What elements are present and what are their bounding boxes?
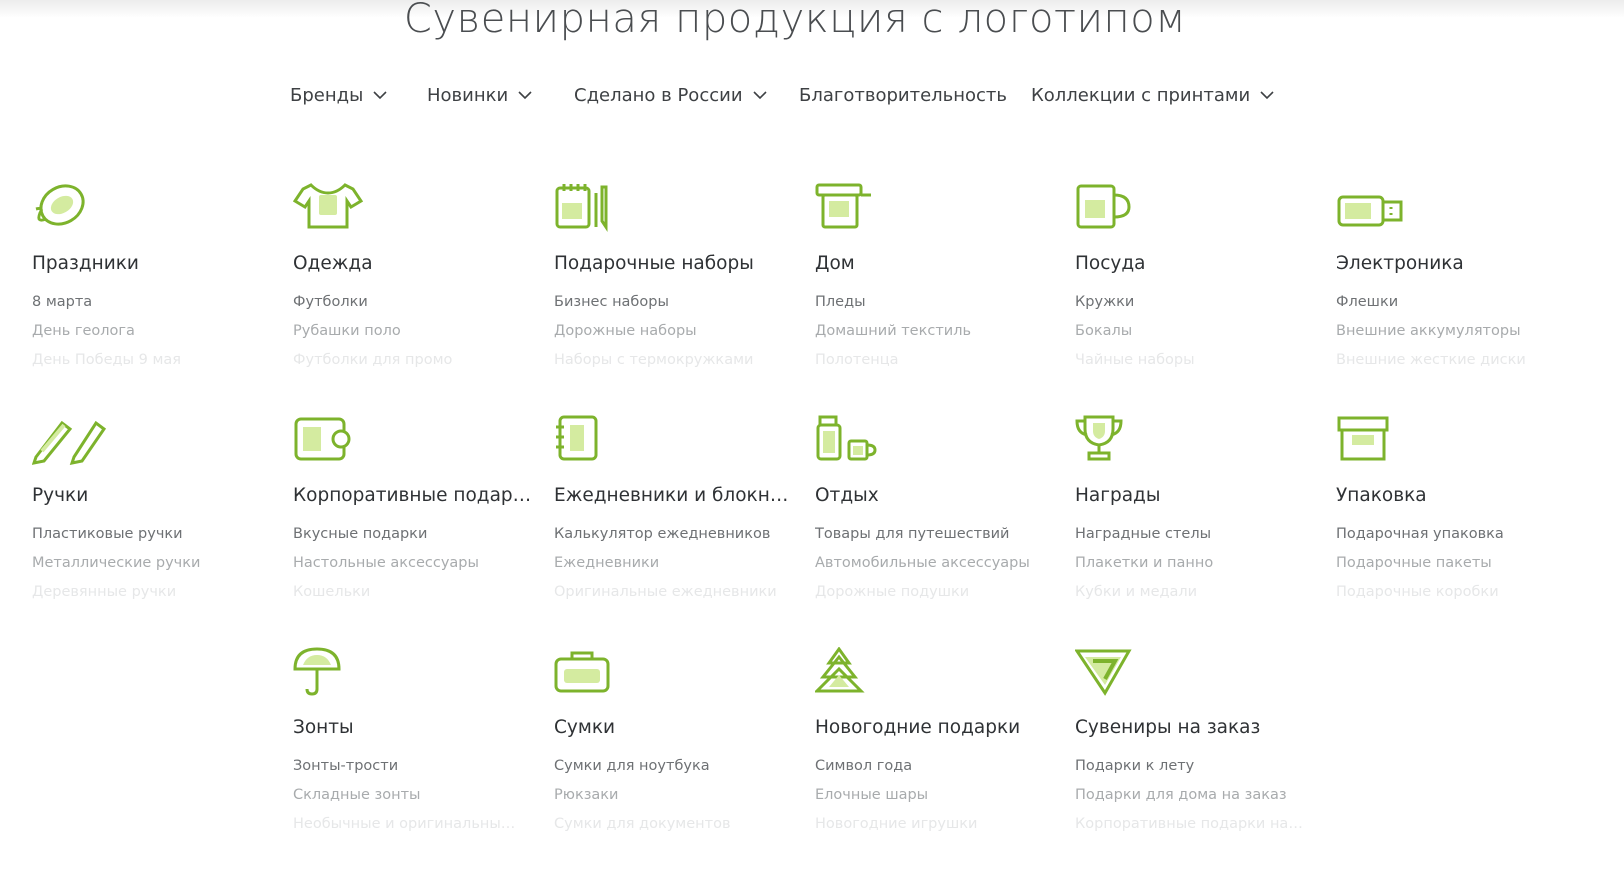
subcategory-link[interactable]: Дорожные подушки <box>815 584 1045 600</box>
subcategory-link[interactable]: Металлические ручки <box>32 555 262 571</box>
nav-brands-label: Бренды <box>290 85 364 106</box>
nav-print-collections[interactable]: Коллекции с принтами <box>1031 85 1274 106</box>
subcategory-link[interactable]: Пледы <box>815 294 1045 310</box>
subcategory-link[interactable]: Вкусные подарки <box>293 526 523 542</box>
subcategory-link[interactable]: Бизнес наборы <box>554 294 784 310</box>
subcategory-link[interactable]: Футболки <box>293 294 523 310</box>
subcategory-link[interactable]: Внешние жесткие диски <box>1336 352 1566 368</box>
category-title[interactable]: Электроника <box>1336 253 1576 274</box>
subcategory-link[interactable]: Автомобильные аксессуары <box>815 555 1045 571</box>
subcategory-link[interactable]: 8 марта <box>32 294 262 310</box>
gift-box-icon[interactable] <box>1336 415 1420 479</box>
subcategory-link[interactable]: Ежедневники <box>554 555 784 571</box>
custom-logo-icon[interactable] <box>1075 647 1159 711</box>
mug-icon[interactable] <box>1075 183 1159 247</box>
subcategory-link[interactable]: Елочные шары <box>815 787 1045 803</box>
tshirt-icon[interactable] <box>293 183 377 247</box>
nav-charity-label: Благотворительность <box>799 85 1008 106</box>
umbrella-icon[interactable] <box>293 647 377 711</box>
chevron-down-icon <box>1260 91 1274 100</box>
nav-made-in-russia-label: Сделано в России <box>574 85 743 106</box>
pens-icon[interactable] <box>32 415 116 479</box>
subcategory-link[interactable]: Пластиковые ручки <box>32 526 262 542</box>
subcategory-link[interactable]: Домашний текстиль <box>815 323 1045 339</box>
subcategory-link[interactable]: Складные зонты <box>293 787 523 803</box>
chevron-down-icon <box>373 91 387 100</box>
planner-icon[interactable] <box>554 415 638 479</box>
trophy-icon[interactable] <box>1075 415 1159 479</box>
category-title[interactable]: Зонты <box>293 717 533 738</box>
category-title[interactable]: Ежедневники и блокноты <box>554 485 794 506</box>
subcategory-link[interactable]: Калькулятор ежедневников <box>554 526 784 542</box>
nav-brands[interactable]: Бренды <box>290 85 387 106</box>
subcategory-link[interactable]: Кубки и медали <box>1075 584 1305 600</box>
subcategory-link[interactable]: Настольные аксессуары <box>293 555 523 571</box>
subcategory-link[interactable]: Сумки для документов <box>554 816 784 832</box>
chevron-down-icon <box>518 91 532 100</box>
subcategory-link[interactable]: Символ года <box>815 758 1045 774</box>
bag-icon[interactable] <box>554 647 638 711</box>
category-title[interactable]: Ручки <box>32 485 272 506</box>
nav-made-in-russia[interactable]: Сделано в России <box>574 85 767 106</box>
subcategory-link[interactable]: Подарочная упаковка <box>1336 526 1566 542</box>
subcategory-link[interactable]: Наборы с термокружками <box>554 352 784 368</box>
category-title[interactable]: Праздники <box>32 253 272 274</box>
category-title[interactable]: Сумки <box>554 717 794 738</box>
subcategory-link[interactable]: Кошельки <box>293 584 523 600</box>
subcategory-link[interactable]: Сумки для ноутбука <box>554 758 784 774</box>
subcategory-link[interactable]: Плакетки и панно <box>1075 555 1305 571</box>
balloon-icon[interactable] <box>32 183 116 247</box>
chevron-down-icon <box>752 91 767 100</box>
category-title[interactable]: Одежда <box>293 253 533 274</box>
category-title[interactable]: Посуда <box>1075 253 1315 274</box>
subcategory-link[interactable]: Внешние аккумуляторы <box>1336 323 1566 339</box>
category-title[interactable]: Отдых <box>815 485 1055 506</box>
category-title[interactable]: Корпоративные подарки <box>293 485 533 506</box>
subcategory-link[interactable]: Подарки к лету <box>1075 758 1305 774</box>
usb-flash-icon[interactable] <box>1336 183 1420 247</box>
subcategory-link[interactable]: Подарочные пакеты <box>1336 555 1566 571</box>
subcategory-link[interactable]: Корпоративные подарки на заказ <box>1075 816 1305 832</box>
subcategory-link[interactable]: День Победы 9 мая <box>32 352 262 368</box>
subcategory-link[interactable]: Футболки для промо <box>293 352 523 368</box>
subcategory-link[interactable]: Полотенца <box>815 352 1045 368</box>
nav-new[interactable]: Новинки <box>427 85 532 106</box>
subcategory-link[interactable]: Чайные наборы <box>1075 352 1305 368</box>
subcategory-link[interactable]: Оригинальные ежедневники <box>554 584 784 600</box>
subcategory-link[interactable]: Кружки <box>1075 294 1305 310</box>
subcategory-link[interactable]: Подарки для дома на заказ <box>1075 787 1305 803</box>
page-title: Сувенирная продукция с логотипом <box>403 0 1187 42</box>
nav-charity[interactable]: Благотворительность <box>799 85 1007 106</box>
category-title[interactable]: Подарочные наборы <box>554 253 794 274</box>
subcategory-link[interactable]: Товары для путешествий <box>815 526 1045 542</box>
subcategory-link[interactable]: День геолога <box>32 323 262 339</box>
notebook-pen-icon[interactable] <box>554 183 638 247</box>
wallet-icon[interactable] <box>293 415 377 479</box>
nav-new-label: Новинки <box>427 85 509 106</box>
category-title[interactable]: Сувениры на заказ <box>1075 717 1315 738</box>
subcategory-link[interactable]: Дорожные наборы <box>554 323 784 339</box>
subcategory-link[interactable]: Подарочные коробки <box>1336 584 1566 600</box>
nav-print-collections-label: Коллекции с принтами <box>1031 85 1251 106</box>
subcategory-link[interactable]: Зонты-трости <box>293 758 523 774</box>
subcategory-link[interactable]: Новогодние игрушки <box>815 816 1045 832</box>
fir-tree-icon[interactable] <box>815 647 899 711</box>
subcategory-link[interactable]: Рюкзаки <box>554 787 784 803</box>
subcategory-link[interactable]: Рубашки поло <box>293 323 523 339</box>
home-textile-icon[interactable] <box>815 183 899 247</box>
subcategory-link[interactable]: Флешки <box>1336 294 1566 310</box>
thermos-cup-icon[interactable] <box>815 415 899 479</box>
subcategory-link[interactable]: Наградные стелы <box>1075 526 1305 542</box>
subcategory-link[interactable]: Необычные и оригинальные зонты <box>293 816 523 832</box>
subcategory-link[interactable]: Деревянные ручки <box>32 584 262 600</box>
category-title[interactable]: Упаковка <box>1336 485 1576 506</box>
subcategory-link[interactable]: Бокалы <box>1075 323 1305 339</box>
category-title[interactable]: Награды <box>1075 485 1315 506</box>
category-title[interactable]: Дом <box>815 253 1055 274</box>
category-title[interactable]: Новогодние подарки <box>815 717 1055 738</box>
